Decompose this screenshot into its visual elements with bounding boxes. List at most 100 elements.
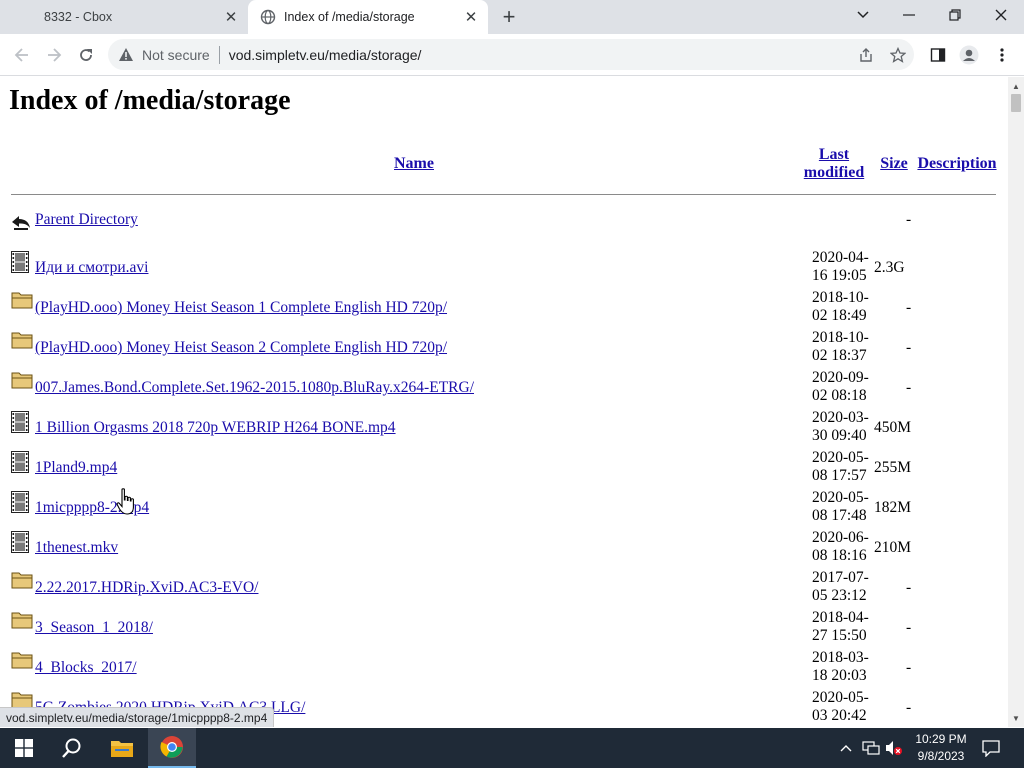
search-icon[interactable] — [48, 728, 96, 768]
close-tab-icon[interactable]: ✕ — [220, 6, 242, 28]
last-modified-cell: 2020-05- 03 20:42 — [812, 689, 872, 725]
date-line: 2018-10- — [812, 329, 869, 346]
side-panel-icon[interactable] — [927, 44, 949, 66]
chrome-taskbar-icon[interactable] — [148, 728, 196, 768]
video-file-icon — [11, 411, 31, 433]
column-header-last-modified[interactable]: Last modified — [800, 146, 868, 182]
share-icon[interactable] — [855, 44, 877, 66]
column-header-size[interactable]: Size — [877, 155, 911, 173]
chevron-up-icon[interactable] — [836, 738, 856, 758]
browser-toolbar: Not secure vod.simpletv.eu/media/storage… — [0, 34, 1024, 76]
start-windows-icon[interactable] — [0, 728, 48, 768]
windows-taskbar: 10:29 PM 9/8/2023 — [0, 728, 1024, 768]
last-modified-cell: 2018-10- 02 18:37 — [812, 329, 872, 365]
video-file-icon — [11, 491, 31, 513]
time-line: 30 09:40 — [812, 427, 867, 444]
file-link[interactable]: 3_Season_1_2018/ — [35, 619, 153, 637]
header-divider — [11, 194, 996, 195]
back-icon — [11, 213, 31, 233]
file-link[interactable]: (PlayHD.ooo) Money Heist Season 2 Comple… — [35, 339, 447, 357]
time-line: 02 08:18 — [812, 387, 867, 404]
hand-cursor-icon — [116, 488, 138, 516]
folder-icon — [11, 571, 33, 591]
size-cell: 255M — [874, 459, 912, 476]
date-line: 2018-04- — [812, 609, 869, 626]
sort-by-name-link[interactable]: Name — [394, 155, 434, 172]
last-modified-cell: 2020-09- 02 08:18 — [812, 369, 872, 405]
file-link[interactable]: 2.22.2017.HDRip.XviD.AC3-EVO/ — [35, 579, 258, 597]
volume-muted-icon[interactable] — [884, 738, 904, 758]
date-line: 2017-07- — [812, 569, 869, 586]
minimize-icon[interactable] — [886, 0, 932, 30]
forward-arrow-icon[interactable] — [39, 40, 69, 70]
folder-icon — [11, 651, 33, 671]
sort-by-size-link[interactable]: Size — [880, 155, 908, 172]
vertical-scrollbar[interactable]: ▲ ▼ — [1008, 77, 1024, 727]
scroll-down-arrow-icon[interactable]: ▼ — [1008, 711, 1024, 725]
time-line: 16 19:05 — [812, 267, 867, 284]
size-cell: - — [906, 659, 912, 676]
time-line: 02 18:49 — [812, 307, 867, 324]
restore-icon[interactable] — [932, 0, 978, 30]
file-link[interactable]: 1 Billion Orgasms 2018 720p WEBRIP H264 … — [35, 419, 396, 437]
file-explorer-icon[interactable] — [98, 728, 146, 768]
system-clock[interactable]: 10:29 PM 9/8/2023 — [910, 731, 972, 765]
reload-icon[interactable] — [71, 40, 101, 70]
file-link[interactable]: Иди и смотри.avi — [35, 259, 148, 277]
tab-search-icon[interactable] — [840, 0, 886, 30]
profile-icon[interactable] — [958, 44, 980, 66]
url-text[interactable]: vod.simpletv.eu/media/storage/ — [229, 47, 422, 63]
tab-index-storage[interactable]: Index of /media/storage ✕ — [248, 0, 488, 34]
file-link[interactable]: 1thenest.mkv — [35, 539, 118, 557]
date-line: 2018-03- — [812, 649, 869, 666]
security-label[interactable]: Not secure — [142, 47, 210, 63]
sort-by-description-link[interactable]: Description — [917, 155, 996, 172]
file-row: 1micpppp8-2.mp4 2020-05- 08 17:48 182M — [0, 489, 1008, 529]
close-tab-icon[interactable]: ✕ — [460, 6, 482, 28]
back-arrow-icon[interactable] — [7, 40, 37, 70]
date-line: 2020-05- — [812, 489, 869, 506]
column-header-name[interactable]: Name — [394, 155, 434, 173]
parent-directory-link[interactable]: Parent Directory — [35, 211, 138, 229]
time-line: 27 15:50 — [812, 627, 867, 644]
tab-cbox[interactable]: 8332 - Cbox ✕ — [0, 0, 248, 34]
tab-title: 8332 - Cbox — [44, 10, 113, 24]
header-line-1: Last — [818, 146, 850, 163]
scroll-up-arrow-icon[interactable]: ▲ — [1008, 79, 1024, 93]
column-header-description[interactable]: Description — [915, 155, 999, 173]
file-link[interactable]: (PlayHD.ooo) Money Heist Season 1 Comple… — [35, 299, 447, 317]
folder-icon — [11, 371, 33, 391]
folder-icon — [11, 331, 33, 351]
parent-directory-row: Parent Directory - — [0, 209, 1008, 249]
clock-date: 9/8/2023 — [917, 749, 965, 763]
file-link[interactable]: 4_Blocks_2017/ — [35, 659, 137, 677]
sort-by-date-link[interactable]: Last modified — [804, 146, 864, 181]
time-line: 05 23:12 — [812, 587, 867, 604]
close-window-icon[interactable] — [978, 0, 1024, 30]
folder-icon — [11, 611, 33, 631]
video-file-icon — [11, 251, 31, 273]
size-cell: 182M — [874, 499, 912, 516]
network-icon[interactable] — [861, 738, 881, 758]
address-bar[interactable]: Not secure vod.simpletv.eu/media/storage… — [108, 39, 914, 70]
file-link[interactable]: 007.James.Bond.Complete.Set.1962-2015.10… — [35, 379, 474, 397]
file-link[interactable]: 1Pland9.mp4 — [35, 459, 117, 477]
menu-kebab-icon[interactable] — [991, 44, 1013, 66]
notifications-icon[interactable] — [981, 738, 1001, 758]
time-line: 18 20:03 — [812, 667, 867, 684]
file-row: (PlayHD.ooo) Money Heist Season 2 Comple… — [0, 329, 1008, 369]
size-cell: - — [906, 699, 912, 716]
date-line: 2020-05- — [812, 689, 869, 706]
date-line: 2020-04- — [812, 249, 869, 266]
new-tab-button[interactable]: + — [496, 4, 522, 29]
warning-icon[interactable] — [118, 47, 136, 62]
clock-time: 10:29 PM — [915, 732, 967, 746]
date-line: 2020-09- — [812, 369, 869, 386]
size-cell: - — [906, 379, 912, 396]
size-cell: - — [906, 299, 912, 316]
date-line: 2020-05- — [812, 449, 869, 466]
file-row: 1 Billion Orgasms 2018 720p WEBRIP H264 … — [0, 409, 1008, 449]
scrollbar-thumb[interactable] — [1011, 94, 1021, 112]
last-modified-cell: 2020-05- 08 17:48 — [812, 489, 872, 525]
bookmark-star-icon[interactable] — [887, 44, 909, 66]
